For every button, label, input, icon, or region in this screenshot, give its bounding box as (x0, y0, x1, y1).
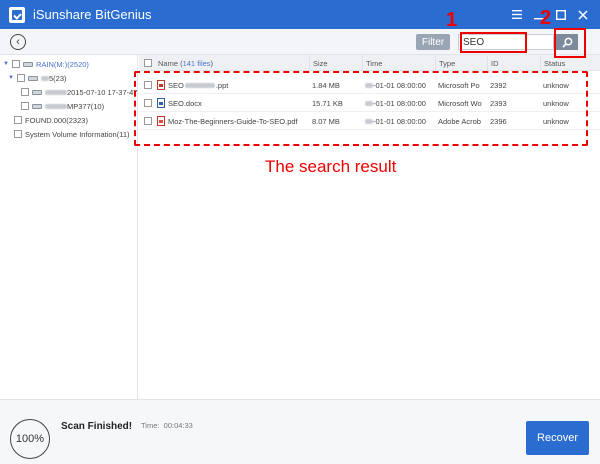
tree-item-label: 5(23) (49, 73, 67, 83)
recover-button[interactable]: Recover (526, 421, 589, 455)
checkbox[interactable] (12, 60, 20, 68)
cell-name: Moz-The-Beginners-Guide-To-SEO.pdf (139, 112, 309, 130)
scan-status: Scan Finished! (61, 421, 133, 432)
cell-status: unknow (543, 98, 569, 108)
cell-type: Microsoft Wo (438, 98, 482, 108)
filter-button[interactable]: Filter (416, 34, 450, 50)
checkbox[interactable] (14, 116, 22, 124)
cell-time: -01-01 08:00:00 (362, 112, 435, 130)
annotation-number-1: 1 (446, 9, 458, 31)
expand-icon[interactable]: ▼ (3, 61, 9, 67)
search-input[interactable] (458, 34, 554, 50)
tree-item-folder[interactable]: ▼ 5(23) (8, 71, 67, 85)
maximize-icon[interactable] (550, 4, 572, 26)
back-arrow-icon[interactable]: ‹ (10, 34, 26, 50)
app-title: iSunshare BitGenius (33, 7, 152, 22)
drive-icon (23, 61, 33, 67)
column-status[interactable]: Status (540, 55, 600, 71)
cell-id: 2392 (490, 80, 507, 90)
tree-item-folder[interactable]: MP377(10) (21, 99, 104, 113)
cell-id: 2393 (490, 98, 507, 108)
column-name[interactable]: Name ( 141 files ) (139, 55, 309, 71)
drive-icon (28, 75, 38, 81)
checkbox[interactable] (14, 130, 22, 138)
column-id[interactable]: ID (487, 55, 540, 71)
app-logo-icon (9, 6, 25, 23)
tree-item-label: 2015-07-10 17-37-47)( (67, 87, 138, 97)
cell-size: 15.71 KB (312, 98, 343, 108)
expand-icon[interactable]: ▼ (8, 75, 14, 81)
drive-icon (32, 89, 42, 95)
cell-name: SEO .ppt (139, 76, 309, 94)
progress-indicator: 100% (10, 419, 50, 459)
search-icon (561, 37, 572, 48)
row-checkbox[interactable] (144, 117, 152, 125)
row-checkbox[interactable] (144, 81, 152, 89)
cell-id: 2396 (490, 116, 507, 126)
folder-tree: ▼ RAIN(M:)(2520) ▼ 5(23) 2015-07-10 17-3… (0, 55, 138, 399)
title-bar: iSunshare BitGenius (0, 0, 600, 29)
row-checkbox[interactable] (144, 99, 152, 107)
pdf-file-icon (157, 116, 165, 126)
annotation-number-2: 2 (540, 7, 552, 29)
table-row[interactable]: Moz-The-Beginners-Guide-To-SEO.pdf 8.07 … (139, 112, 600, 130)
cell-status: unknow (543, 116, 569, 126)
ppt-file-icon (157, 80, 165, 90)
select-all-checkbox[interactable] (144, 59, 152, 67)
footer: 100% Scan Finished! Time: 00:04:33 Recov… (0, 399, 600, 464)
tree-item-folder[interactable]: 2015-07-10 17-37-47)( (21, 85, 138, 99)
column-time[interactable]: Time (362, 55, 435, 71)
checkbox[interactable] (21, 88, 29, 96)
cell-name: SEO.docx (139, 94, 309, 112)
cell-time: -01-01 08:00:00 (362, 94, 435, 112)
cell-size: 8.07 MB (312, 116, 340, 126)
annotation-caption: The search result (265, 157, 397, 176)
table-row[interactable]: SEO .ppt 1.84 MB -01-01 08:00:00 Microso… (139, 76, 600, 94)
close-icon[interactable] (572, 4, 594, 26)
column-size[interactable]: Size (309, 55, 362, 71)
tree-item-label: FOUND.000(2323) (25, 115, 88, 125)
file-table: Name ( 141 files ) Size Time Type ID Sta… (139, 55, 600, 399)
checkbox[interactable] (17, 74, 25, 82)
cell-type: Adobe Acrob (438, 116, 481, 126)
cell-type: Microsoft Po (438, 80, 480, 90)
docx-file-icon (157, 98, 165, 108)
toolbar: ‹ Filter (0, 29, 600, 55)
cell-status: unknow (543, 80, 569, 90)
drive-icon (32, 103, 42, 109)
checkbox[interactable] (21, 102, 29, 110)
tree-item-drive[interactable]: ▼ RAIN(M:)(2520) (3, 57, 89, 71)
search-button[interactable] (556, 34, 578, 50)
table-row[interactable]: SEO.docx 15.71 KB -01-01 08:00:00 Micros… (139, 94, 600, 112)
table-header: Name ( 141 files ) Size Time Type ID Sta… (139, 55, 600, 71)
menu-icon[interactable] (506, 4, 528, 26)
cell-size: 1.84 MB (312, 80, 340, 90)
tree-item-label: System Volume Information(11) (25, 129, 130, 139)
tree-item-label: MP377(10) (67, 101, 105, 111)
column-type[interactable]: Type (435, 55, 487, 71)
elapsed-time: Time: 00:04:33 (141, 421, 193, 430)
cell-time: -01-01 08:00:00 (362, 76, 435, 94)
tree-item-folder[interactable]: FOUND.000(2323) (14, 113, 88, 127)
tree-item-label: RAIN(M:)(2520) (36, 59, 89, 69)
tree-item-folder[interactable]: System Volume Information(11) (14, 127, 130, 141)
